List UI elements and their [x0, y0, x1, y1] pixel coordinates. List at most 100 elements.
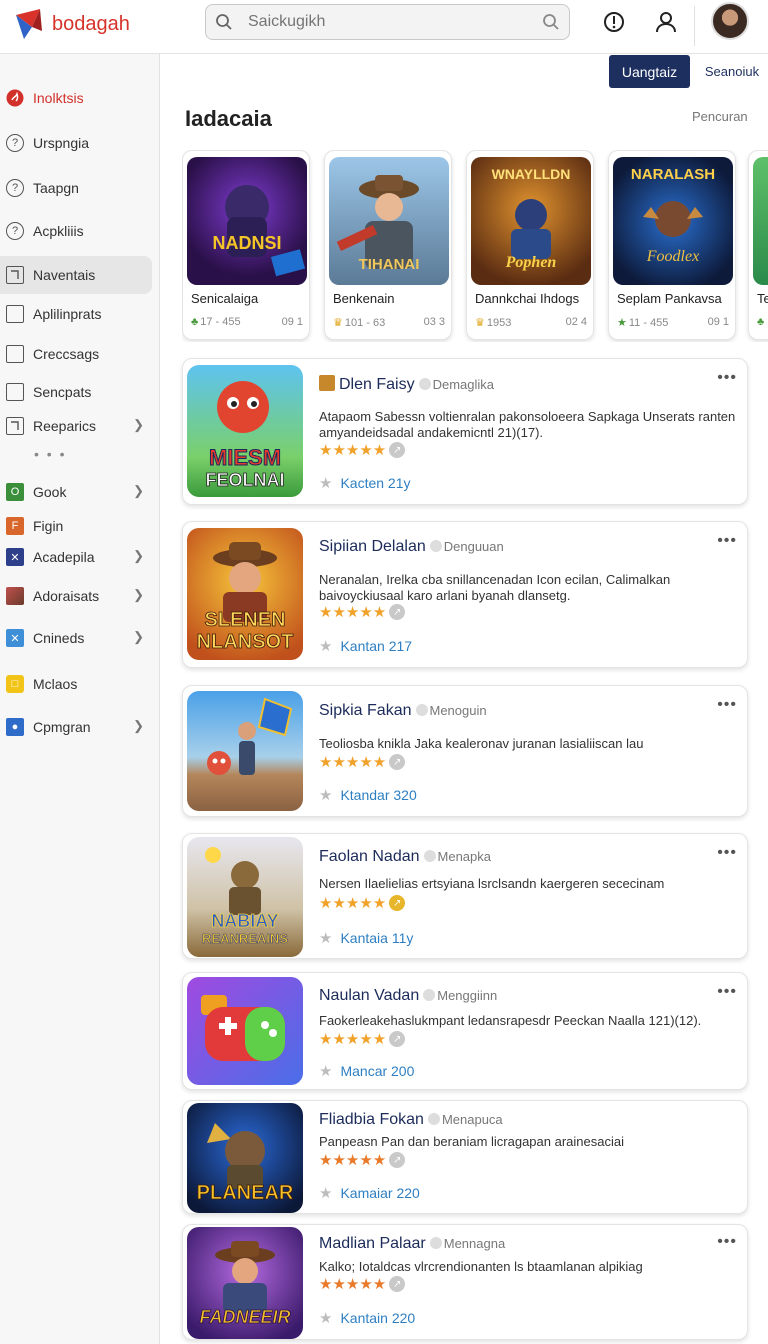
section-more-link[interactable]: Pencuran — [692, 109, 748, 124]
game-list-item[interactable]: FADNEEIR Madlian Palaar Mennagna ••• Kalk… — [182, 1224, 748, 1340]
section-title: Iadacaia — [185, 106, 272, 131]
sidebar-item-sencpats[interactable]: Sencpats — [0, 373, 152, 411]
rating-count: ★ Kacten 21y — [319, 475, 411, 492]
sidebar-item-reeparics[interactable]: Reeparics ❯ — [0, 407, 152, 445]
featured-name: Dannkchai Ihdogs — [475, 291, 580, 306]
more-options-icon[interactable]: ••• — [717, 369, 737, 387]
yellow-chat-icon: □ — [6, 675, 24, 693]
sidebar-item-cnineds[interactable]: ✕ Cnineds ❯ — [0, 619, 152, 657]
sidebar-item-label: Acpkliiis — [33, 223, 84, 239]
user-icon[interactable] — [652, 8, 680, 36]
sidebar-item-label: Cnineds — [33, 630, 85, 646]
chevron-right-icon: ❯ — [133, 483, 144, 498]
sidebar-item-acadepila[interactable]: ✕ Acadepila ❯ — [0, 538, 152, 576]
sidebar-item-taapgn[interactable]: ? Taapgn — [0, 169, 152, 207]
game-description: Nersen Ilaelielias ertsyiana lsrclsandn … — [319, 876, 665, 891]
search-submit-icon[interactable] — [533, 13, 569, 31]
star-outline-icon: ★ — [319, 638, 333, 655]
star-outline-icon: ★ — [319, 475, 333, 492]
featured-card[interactable]: NARALASH Foodlex Seplam Pankavsa ★ 11 - 45… — [608, 150, 736, 340]
game-title: Naulan Vadan Menggiinn — [319, 987, 498, 1004]
rating-count: ★ Mancar 200 — [319, 1063, 415, 1080]
sidebar-item-label: Creccsags — [33, 346, 100, 362]
art-text: NADNSI — [212, 233, 281, 253]
sidebar-item-inolktsis[interactable]: Inolktsis — [0, 79, 152, 117]
featured-name: Seplam Pankavsa — [617, 291, 722, 306]
game-list-item[interactable]: Naulan Vadan Menggiinn ••• Faokerleakehas… — [182, 972, 748, 1090]
avatar[interactable] — [711, 2, 749, 40]
sidebar-item-label: Sencpats — [33, 384, 92, 400]
trophy-icon: ♣ — [191, 316, 199, 328]
square-icon — [6, 305, 24, 323]
svg-text:WNAYLLDN: WNAYLLDN — [492, 166, 571, 182]
star-rating: ★★★★★ ↗ — [319, 753, 406, 771]
featured-card[interactable]: WNAYLLDN Pophen Dannkchai Ihdogs ♛ 1953 02 … — [466, 150, 594, 340]
more-options-icon[interactable]: ••• — [717, 844, 737, 862]
info-icon: ↗ — [389, 1031, 406, 1047]
featured-meta: ♣ — [757, 316, 768, 328]
featured-card[interactable]: TIHANAI Benkenain ♛ 101 - 63 03 3 — [324, 150, 452, 340]
sidebar-item-adoraisats[interactable]: Adoraisats ❯ — [0, 577, 152, 615]
star-outline-icon: ★ — [319, 1310, 333, 1327]
game-tag: Menapka — [424, 849, 491, 864]
game-description: Panpeasn Pan dan beraniam licragapan ara… — [319, 1134, 624, 1149]
notification-icon[interactable] — [600, 8, 628, 36]
more-options-icon[interactable]: ••• — [717, 696, 737, 714]
star-rating: ★★★★★ ↗ — [319, 894, 406, 912]
app-logo[interactable]: bodagah — [14, 4, 130, 44]
star-icon: ★ — [617, 317, 627, 329]
game-list-item[interactable]: Sipkia Fakan Menoguin ••• Teoliosba knikl… — [182, 685, 748, 817]
search-bar[interactable] — [205, 4, 570, 40]
sidebar-item-cpmgran[interactable]: ● Cpmgran ❯ — [0, 708, 152, 746]
more-options-icon[interactable]: ••• — [717, 532, 737, 550]
rating-count: ★ Kantain 220 — [319, 1310, 416, 1327]
featured-meta: ♛ 101 - 63 03 3 — [333, 316, 445, 329]
info-icon: ↗ — [389, 442, 406, 458]
question-icon: ? — [6, 134, 24, 152]
photo-icon — [6, 587, 24, 605]
game-list-item[interactable]: MIESM FEOLNAI Dlen Faisy Demaglika ••• Ata… — [182, 358, 748, 505]
more-options-icon[interactable]: ••• — [717, 983, 737, 1001]
featured-name: Te — [757, 291, 768, 306]
featured-card[interactable]: NADNSI Senicalaiga ♣ 17 - 455 09 1 — [182, 150, 310, 340]
info-icon: ↗ — [389, 895, 406, 911]
game-list-item[interactable]: SLENEN NLANSOT Sipiian Delalan Denguuan ••… — [182, 521, 748, 668]
star-rating: ★★★★★ ↗ — [319, 441, 406, 459]
svg-text:NABIAY: NABIAY — [211, 911, 278, 931]
game-artwork — [753, 157, 768, 285]
badge-icon — [319, 375, 335, 391]
primary-button[interactable]: Uangtaiz — [609, 55, 690, 88]
sidebar-item-label: Figin — [33, 518, 64, 534]
featured-name: Benkenain — [333, 291, 395, 306]
sidebar-item-acpkliiis[interactable]: ? Acpkliiis — [0, 212, 152, 250]
sidebar-item-mclaos[interactable]: □ Mclaos — [0, 665, 152, 703]
document-icon — [6, 266, 24, 284]
sidebar-more[interactable]: • • • — [34, 446, 66, 462]
game-description: Teoliosba knikla Jaka kealeronav juranan… — [319, 736, 644, 751]
info-icon: ↗ — [389, 604, 406, 620]
sidebar-item-label: Taapgn — [33, 180, 79, 196]
game-title: Sipkia Fakan Menoguin — [319, 702, 487, 719]
art-text: TIHANAI — [359, 256, 420, 273]
featured-card[interactable]: Te ♣ — [748, 150, 768, 340]
sidebar-item-urspngia[interactable]: ? Urspngia — [0, 124, 152, 162]
logo-icon — [16, 9, 42, 39]
sidebar-item-gook[interactable]: O Gook ❯ — [0, 473, 152, 511]
sidebar-item-naventais[interactable]: Naventais — [0, 256, 152, 294]
svg-text:SLENEN: SLENEN — [204, 609, 285, 631]
game-tag: Menoguin — [416, 703, 487, 718]
search-input[interactable] — [242, 13, 533, 31]
more-options-icon[interactable]: ••• — [717, 1233, 737, 1251]
star-outline-icon: ★ — [319, 787, 333, 804]
sidebar-item-aplilinprats[interactable]: Aplilinprats — [0, 295, 152, 333]
secondary-button[interactable]: Seanoiuk — [700, 55, 764, 88]
sidebar-item-label: Inolktsis — [33, 90, 84, 106]
game-list-item[interactable]: NABIAY REANREAINS Faolan Nadan Menapka •••… — [182, 833, 748, 959]
game-list-item[interactable]: PLANEAR Fliadbia Fokan Menapuca Panpeasn … — [182, 1100, 748, 1214]
svg-text:PLANEAR: PLANEAR — [197, 1182, 294, 1204]
header-divider — [694, 6, 695, 46]
search-icon — [206, 13, 242, 31]
sidebar-item-creccsags[interactable]: Creccsags — [0, 335, 152, 373]
sidebar-item-label: Cpmgran — [33, 719, 91, 735]
star-outline-icon: ★ — [319, 930, 333, 947]
